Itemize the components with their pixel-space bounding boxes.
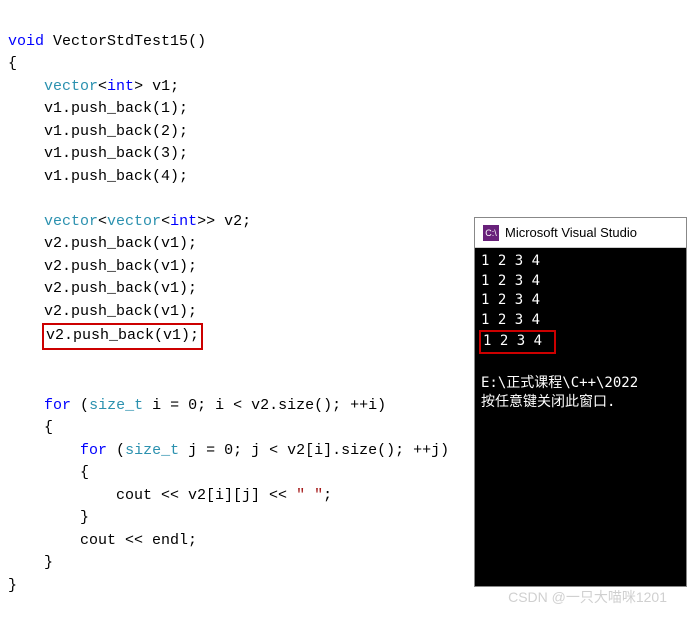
code-line: v1.push_back(1); xyxy=(44,100,188,117)
var-decl: v2; xyxy=(215,213,251,230)
console-title: Microsoft Visual Studio xyxy=(505,225,637,240)
keyword-for: for xyxy=(80,442,107,459)
output-row: 1 2 3 4 xyxy=(481,312,540,328)
code-line: v2.push_back(v1); xyxy=(44,303,197,320)
brace: } xyxy=(80,509,89,526)
output-prompt: 按任意键关闭此窗口. xyxy=(481,394,624,410)
output-row: 1 2 3 4 xyxy=(481,273,540,289)
cout-endl: cout << endl; xyxy=(80,532,197,549)
keyword-void: void xyxy=(8,33,44,50)
output-row: 1 2 3 4 xyxy=(481,292,540,308)
var-decl: v1; xyxy=(143,78,179,95)
code-line: v1.push_back(4); xyxy=(44,168,188,185)
brace: { xyxy=(44,419,53,436)
keyword-for: for xyxy=(44,397,71,414)
type-vector: vector xyxy=(44,213,98,230)
highlighted-output-row: 1 2 3 4 xyxy=(479,330,556,354)
brace: { xyxy=(8,55,17,72)
code-line: v2.push_back(v1); xyxy=(44,235,197,252)
vs-icon: C:\ xyxy=(483,225,499,241)
console-titlebar[interactable]: C:\ Microsoft Visual Studio xyxy=(475,218,686,248)
output-row: 1 2 3 4 xyxy=(481,253,540,269)
cout-stmt: cout << v2[i][j] << xyxy=(116,487,296,504)
brace: } xyxy=(8,577,17,594)
func-name: VectorStdTest15 xyxy=(53,33,188,50)
string-literal: " " xyxy=(296,487,323,504)
for-cond: j = 0; j < v2[i].size(); ++j) xyxy=(179,442,449,459)
brace: } xyxy=(44,554,53,571)
watermark: CSDN @一只大喵咪1201 xyxy=(508,587,667,607)
console-output[interactable]: 1 2 3 4 1 2 3 4 1 2 3 4 1 2 3 4 1 2 3 4 … xyxy=(475,248,686,417)
code-line: v1.push_back(2); xyxy=(44,123,188,140)
highlighted-code-line: v2.push_back(v1); xyxy=(42,323,203,350)
code-line: v2.push_back(v1); xyxy=(44,280,197,297)
code-line: v2.push_back(v1); xyxy=(44,258,197,275)
type-vector: vector xyxy=(44,78,98,95)
code-line: v1.push_back(3); xyxy=(44,145,188,162)
output-path: E:\正式课程\C++\2022 xyxy=(481,375,638,391)
console-window: C:\ Microsoft Visual Studio 1 2 3 4 1 2 … xyxy=(474,217,687,587)
for-cond: i = 0; i < v2.size(); ++i) xyxy=(143,397,386,414)
brace: { xyxy=(80,464,89,481)
